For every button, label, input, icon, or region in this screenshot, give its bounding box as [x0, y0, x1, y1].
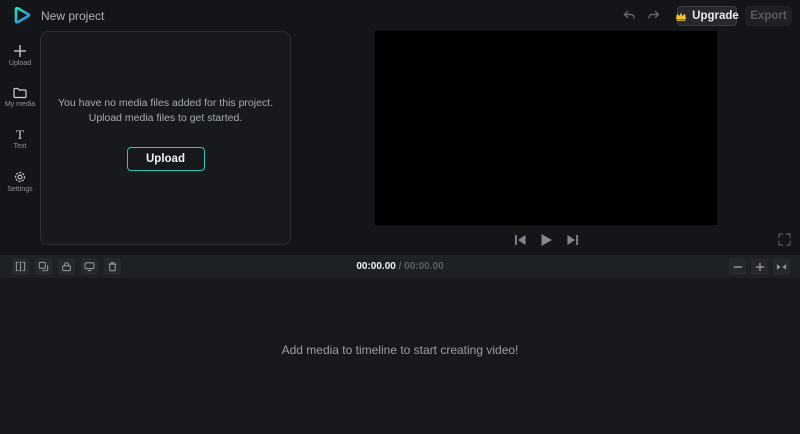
upload-button[interactable]: Upload [127, 147, 205, 171]
time-separator: / [399, 261, 402, 272]
player-controls [375, 231, 717, 249]
video-editor-app: New project Upgrade Export [0, 0, 800, 434]
fullscreen-icon[interactable] [778, 233, 791, 246]
app-logo-play-icon[interactable] [11, 5, 33, 27]
plus-icon [13, 44, 27, 58]
sidebar-item-label: Text [14, 143, 27, 150]
zoom-in-icon[interactable] [751, 258, 768, 275]
zoom-out-icon[interactable] [729, 258, 746, 275]
current-time: 00:00.00 [356, 261, 395, 272]
crown-icon [675, 11, 687, 21]
media-panel: You have no media files added for this p… [40, 31, 291, 245]
zoom-to-fit-icon[interactable] [773, 258, 790, 275]
timecode-display: 00:00.00 / 00:00.00 [0, 261, 800, 272]
sidebar-item-label: Upload [9, 60, 31, 67]
sidebar-item-upload[interactable]: Upload [0, 38, 40, 72]
export-label: Export [750, 10, 786, 22]
total-time: 00:00.00 [404, 261, 443, 272]
text-icon: T [16, 128, 24, 141]
timeline-zoom-controls [729, 258, 790, 275]
timeline-toolbar: 00:00.00 / 00:00.00 [0, 255, 800, 278]
next-frame-icon[interactable] [565, 233, 579, 247]
sidebar-item-label: My media [5, 101, 35, 108]
header-bar: New project Upgrade Export [0, 0, 800, 32]
timeline-area[interactable]: Add media to timeline to start creating … [0, 278, 800, 434]
sidebar-item-text[interactable]: T Text [0, 122, 40, 156]
sidebar-item-settings[interactable]: Settings [0, 164, 40, 198]
sidebar-item-my-media[interactable]: My media [0, 80, 40, 114]
upgrade-button[interactable]: Upgrade [677, 6, 737, 26]
gear-icon [13, 170, 27, 184]
previous-frame-icon[interactable] [513, 233, 527, 247]
project-title[interactable]: New project [41, 9, 104, 23]
undo-icon[interactable] [621, 8, 637, 24]
video-preview[interactable] [375, 31, 717, 225]
play-icon[interactable] [539, 233, 553, 247]
media-empty-message: You have no media files added for this p… [41, 96, 290, 126]
left-sidebar: Upload My media T Text Settings [0, 32, 40, 255]
timeline-empty-message: Add media to timeline to start creating … [0, 343, 800, 357]
folder-icon [13, 87, 27, 99]
sidebar-item-label: Settings [7, 186, 32, 193]
redo-icon[interactable] [646, 8, 662, 24]
upgrade-label: Upgrade [692, 10, 739, 22]
export-button[interactable]: Export [745, 6, 792, 26]
